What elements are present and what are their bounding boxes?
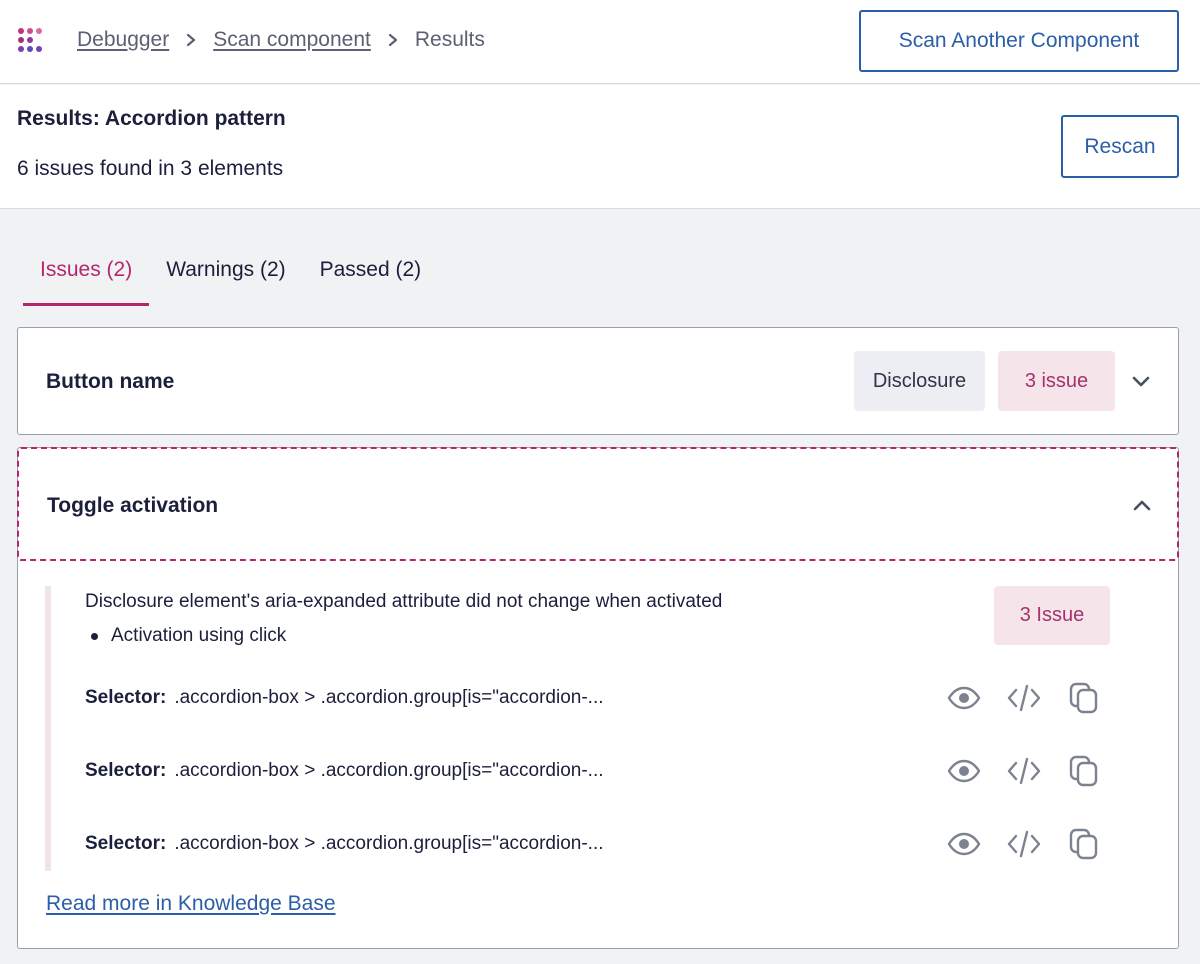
issue-condition: Activation using click — [111, 625, 287, 646]
chevron-up-icon[interactable] — [1129, 493, 1155, 519]
tab-issues[interactable]: Issues (2) — [23, 250, 150, 306]
copy-icon[interactable] — [1065, 825, 1103, 863]
accordion-header[interactable]: Toggle activation — [17, 447, 1179, 561]
accordion-button-name[interactable]: Button name Disclosure 3 issue — [17, 327, 1179, 435]
breadcrumb-results: Results — [414, 28, 485, 51]
top-bar: Debugger Scan component Results Scan Ano… — [0, 0, 1200, 84]
panel-title: Button name — [46, 370, 175, 393]
scan-another-component-button[interactable]: Scan Another Component — [859, 10, 1179, 72]
chevron-right-icon — [387, 33, 399, 47]
selector-label: Selector: — [85, 760, 167, 781]
selector-row: Selector: .accordion-box > .accordion.gro… — [85, 752, 1115, 792]
selector-label: Selector: — [85, 833, 167, 854]
issue-detail: Disclosure element's aria-expanded attri… — [45, 586, 1110, 871]
selector-value: .accordion-box > .accordion.group[is="ac… — [174, 687, 604, 708]
breadcrumb-scan-component[interactable]: Scan component — [213, 28, 371, 52]
list-item: Activation using click — [91, 625, 286, 647]
breadcrumb: Debugger Scan component Results — [77, 28, 485, 52]
issue-count-badge: 3 issue — [998, 351, 1115, 411]
rescan-button[interactable]: Rescan — [1061, 115, 1179, 178]
copy-icon[interactable] — [1065, 752, 1103, 790]
knowledge-base-link[interactable]: Read more in Knowledge Base — [46, 892, 336, 916]
chevron-down-icon[interactable] — [1128, 368, 1154, 394]
selector-row: Selector: .accordion-box > .accordion.gro… — [85, 679, 1115, 719]
selector-row: Selector: .accordion-box > .accordion.gro… — [85, 825, 1115, 865]
eye-icon[interactable] — [945, 679, 983, 717]
code-icon[interactable] — [1005, 679, 1043, 717]
panel-title: Toggle activation — [47, 494, 219, 517]
accordion-toggle-activation: Toggle activation Disclosure element's a… — [17, 447, 1179, 949]
tab-warnings[interactable]: Warnings (2) — [149, 250, 302, 306]
copy-icon[interactable] — [1065, 679, 1103, 717]
eye-icon[interactable] — [945, 752, 983, 790]
selector-label: Selector: — [85, 687, 167, 708]
pattern-badge: Disclosure — [854, 351, 985, 411]
code-icon[interactable] — [1005, 825, 1043, 863]
chevron-right-icon — [185, 33, 197, 47]
issue-description: Disclosure element's aria-expanded attri… — [85, 591, 723, 612]
breadcrumb-debugger[interactable]: Debugger — [77, 28, 169, 52]
code-icon[interactable] — [1005, 752, 1043, 790]
issue-count-badge: 3 Issue — [994, 586, 1110, 645]
eye-icon[interactable] — [945, 825, 983, 863]
logo-icon[interactable] — [18, 28, 44, 54]
results-summary: 6 issues found in 3 elements — [17, 157, 284, 180]
bullet-icon — [91, 632, 98, 640]
page-title: Results: Accordion pattern — [17, 107, 286, 130]
selector-value: .accordion-box > .accordion.group[is="ac… — [174, 760, 604, 781]
results-header: Results: Accordion pattern 6 issues foun… — [0, 85, 1200, 209]
tab-passed[interactable]: Passed (2) — [303, 250, 439, 306]
results-tabs: Issues (2) Warnings (2) Passed (2) — [23, 250, 438, 306]
selector-value: .accordion-box > .accordion.group[is="ac… — [174, 833, 604, 854]
